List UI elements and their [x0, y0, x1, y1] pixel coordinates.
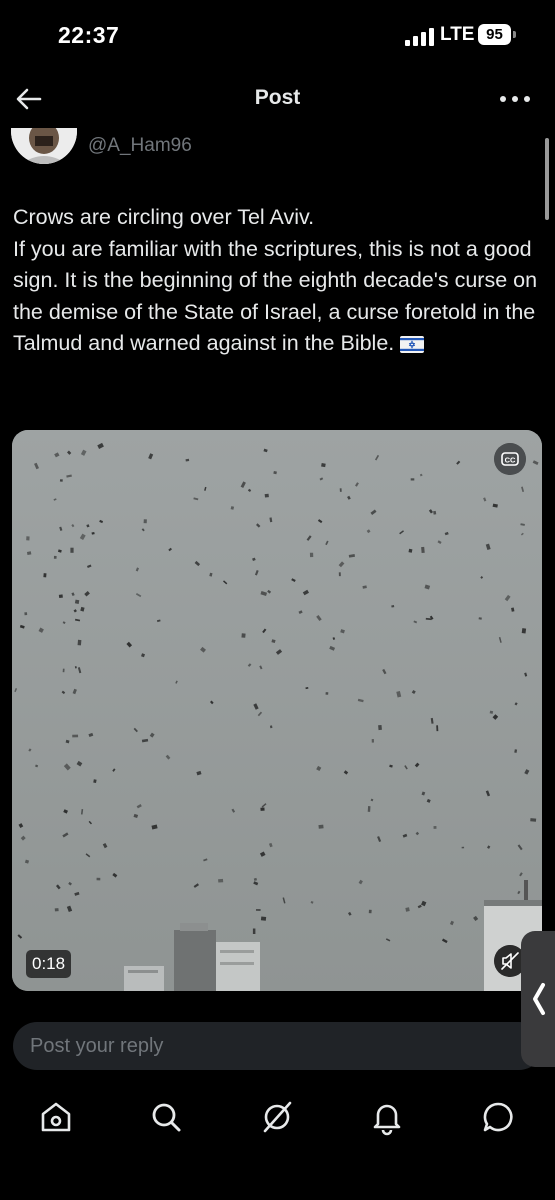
crow-mark: [241, 633, 246, 638]
crow-mark: [54, 908, 59, 912]
video-frame: [12, 430, 542, 991]
scrollbar[interactable]: [545, 138, 549, 220]
crow-mark: [410, 478, 415, 481]
post-line-1: Crows are circling over Tel Aviv.: [13, 205, 315, 229]
crow-mark: [436, 725, 439, 732]
post-line-2-text: If you are familiar with the scriptures,…: [13, 236, 538, 356]
post-text: Crows are circling over Tel Aviv. If you…: [13, 202, 543, 360]
crow-mark: [24, 612, 28, 616]
crow-mark: [338, 572, 341, 577]
crow-mark: [433, 510, 437, 515]
crow-mark: [339, 488, 342, 492]
crow-mark: [260, 916, 267, 921]
crow-mark: [58, 594, 63, 599]
post-header: Post: [0, 72, 555, 126]
crow-mark: [62, 668, 65, 673]
crow-mark: [93, 779, 97, 784]
crow-mark: [96, 877, 101, 881]
crow-mark: [530, 818, 537, 822]
crow-mark: [252, 928, 256, 934]
post-line-2: If you are familiar with the scriptures,…: [13, 234, 543, 360]
more-icon[interactable]: [498, 84, 532, 114]
crow-mark: [367, 806, 371, 812]
svg-text:CC: CC: [505, 456, 516, 465]
crow-mark: [368, 909, 372, 914]
crow-mark: [318, 824, 324, 829]
crow-mark: [53, 555, 57, 559]
crow-mark: [371, 739, 374, 743]
page-title: Post: [254, 86, 301, 109]
side-panel-handle[interactable]: [521, 931, 555, 1067]
notifications-icon[interactable]: [367, 1097, 407, 1137]
crow-mark: [405, 907, 410, 912]
crow-mark: [59, 479, 63, 482]
reply-input[interactable]: Post your reply: [13, 1022, 543, 1070]
crow-mark: [218, 878, 224, 883]
crow-mark: [461, 846, 465, 849]
author-name-cutoff: [88, 128, 528, 132]
crow-mark: [26, 536, 30, 541]
battery-tip: [513, 31, 516, 38]
crow-mark: [309, 552, 314, 558]
chevron-left-icon: [533, 983, 545, 1015]
messages-icon[interactable]: [478, 1097, 518, 1137]
crow-mark: [260, 807, 265, 811]
crow-mark: [264, 493, 269, 498]
crow-mark: [325, 692, 329, 695]
crow-mark: [408, 548, 413, 553]
avatar[interactable]: [11, 128, 77, 164]
crow-mark: [321, 463, 326, 468]
status-time: 22:37: [58, 22, 120, 48]
home-icon[interactable]: [36, 1097, 76, 1137]
closed-captions-icon[interactable]: CC: [494, 443, 526, 475]
crow-mark: [433, 826, 437, 829]
author-handle[interactable]: @A_Ham96: [88, 135, 192, 157]
crow-mark: [72, 734, 79, 738]
crow-mark: [185, 458, 190, 462]
battery-icon: 95: [478, 24, 511, 45]
video-duration: 0:18: [26, 950, 72, 978]
network-type: LTE: [440, 24, 475, 45]
crow-mark: [70, 547, 74, 553]
crow-mark: [143, 519, 147, 524]
crow-mark: [255, 909, 261, 911]
crow-mark: [74, 599, 80, 604]
crow-mark: [43, 573, 47, 578]
search-icon[interactable]: [146, 1097, 186, 1137]
author-row[interactable]: @A_Ham96: [0, 128, 555, 172]
crow-mark: [269, 725, 273, 729]
video-player[interactable]: [12, 430, 542, 991]
crow-mark: [521, 628, 527, 634]
crow-mark: [77, 639, 82, 646]
status-bar: 22:37 LTE 95: [0, 0, 555, 70]
crow-mark: [378, 724, 382, 731]
israel-flag-icon: [400, 336, 425, 353]
reply-placeholder: Post your reply: [30, 1035, 164, 1057]
grok-icon[interactable]: [257, 1097, 297, 1137]
crow-mark: [421, 546, 425, 554]
bottom-nav: [0, 1085, 555, 1145]
signal-icon: [405, 28, 434, 46]
